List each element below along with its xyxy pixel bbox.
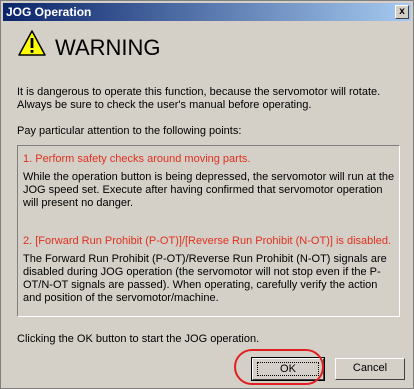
- window-title: JOG Operation: [6, 5, 92, 19]
- footer-text: Clicking the OK button to start the JOG …: [17, 333, 260, 345]
- intro-text: It is dangerous to operate this function…: [17, 86, 381, 111]
- point-2-heading: 2. [Forward Run Prohibit (P-OT)]/[Revers…: [23, 235, 392, 247]
- point-2-body: The Forward Run Prohibit (P-OT)/Reverse …: [23, 253, 387, 304]
- warning-triangle-icon: [18, 30, 46, 56]
- pay-attention-text: Pay particular attention to the followin…: [17, 125, 242, 137]
- close-icon: x: [399, 6, 405, 17]
- cancel-button[interactable]: Cancel: [335, 358, 405, 380]
- ok-highlight-ring: [234, 349, 324, 385]
- safety-points-box: 1. Perform safety checks around moving p…: [17, 145, 400, 317]
- point-1-heading: 1. Perform safety checks around moving p…: [23, 153, 251, 165]
- title-bar: JOG Operation x: [3, 3, 411, 21]
- close-button[interactable]: x: [395, 5, 409, 19]
- warning-title: WARNING: [55, 35, 161, 60]
- jog-operation-dialog: JOG Operation x WARNING It is dangerous …: [0, 0, 414, 389]
- point-1-body: While the operation button is being depr…: [23, 171, 395, 209]
